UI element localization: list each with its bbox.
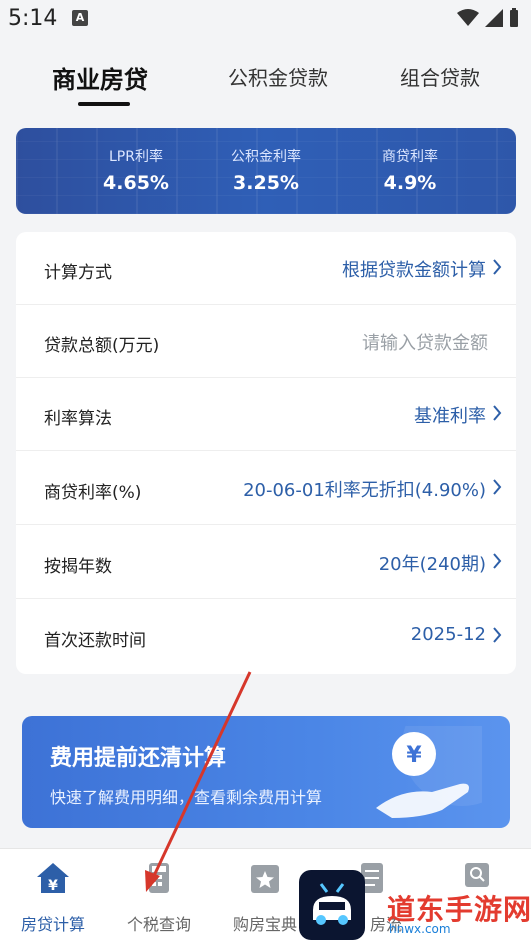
row-first-payment[interactable]: 首次还款时间 2025-12 [16,600,516,673]
row-calc-method[interactable]: 计算方式 根据贷款金额计算 [16,232,516,305]
book-star-icon [251,865,279,893]
first-payment-value: 2025-12 [410,624,486,645]
row-loan-years[interactable]: 按揭年数 20年(240期) [16,526,516,599]
row-label: 商贷利率(%) [44,483,142,503]
house-yen-icon: ¥ [37,863,69,894]
promo-subtitle: 快速了解费用明细，查看剩余费用计算 [50,788,323,807]
rate-lpr: LPR利率 4.65% [76,146,196,194]
signal-icon [485,9,503,27]
active-tab-indicator [78,102,130,106]
watermark: 道东手游网 hnwx.com [299,868,531,944]
status-time: 5:14 [8,6,58,31]
car-logo-icon [313,883,351,925]
commercial-rate-value: 20-06-01利率无折扣(4.90%) [243,480,486,501]
chevron-right-icon [493,553,502,569]
nav-label: 房贷计算 [20,915,85,934]
row-label: 利率算法 [44,409,112,429]
row-label: 按揭年数 [44,557,112,577]
loan-form: 计算方式 根据贷款金额计算 贷款总额(万元) 请输入贷款金额 利率算法 基准利率… [16,232,516,674]
svg-text:¥: ¥ [48,878,58,894]
rate-value: 3.25% [233,172,299,194]
tab-housing-fund-loan[interactable]: 公积金贷款 [228,62,328,91]
nav-mortgage-calc[interactable]: ¥ 房贷计算 [8,861,98,935]
row-loan-amount[interactable]: 贷款总额(万元) 请输入贷款金额 [16,305,516,378]
loan-years-value: 20年(240期) [378,554,486,575]
nav-home-guide[interactable]: 购房宝典 [220,861,310,935]
row-rate-method[interactable]: 利率算法 基准利率 [16,378,516,451]
notification-icon: A [72,10,88,26]
status-bar: 5:14 A [0,0,531,40]
loan-type-tabs: 商业房贷 公积金贷款 组合贷款 [0,52,531,112]
nav-label: 购房宝典 [232,915,297,934]
rate-housing-fund: 公积金利率 3.25% [206,146,326,194]
row-label: 计算方式 [44,263,112,283]
calc-method-value: 根据贷款金额计算 [342,260,486,281]
rate-label: LPR利率 [109,149,163,165]
rate-method-value: 基准利率 [414,406,486,427]
calculator-icon [149,863,169,893]
watermark-url: hnwx.com [389,922,451,936]
loan-amount-input[interactable]: 请输入贷款金额 [362,329,488,355]
chevron-right-icon [493,479,502,495]
promo-title: 费用提前还清计算 [50,746,227,771]
chevron-right-icon [493,405,502,421]
rates-banner: LPR利率 4.65% 公积金利率 3.25% 商贷利率 4.9% [16,128,516,214]
row-commercial-rate[interactable]: 商贷利率(%) 20-06-01利率无折扣(4.90%) [16,452,516,525]
battery-icon [510,8,518,27]
status-icons [457,8,519,28]
svg-text:¥: ¥ [406,743,422,768]
wifi-icon [457,9,479,26]
rate-value: 4.9% [383,172,437,194]
hand-coin-icon: ¥ [376,726,482,818]
chevron-right-icon [493,259,502,275]
prepayment-promo-banner[interactable]: 费用提前还清计算 快速了解费用明细，查看剩余费用计算 ¥ [22,716,510,828]
nav-tax-query[interactable]: 个税查询 [114,861,204,935]
rate-value: 4.65% [103,172,169,194]
rate-label: 商贷利率 [382,149,438,165]
nav-label: 个税查询 [126,915,191,934]
tab-commercial-loan[interactable]: 商业房贷 [52,60,148,95]
rate-commercial: 商贷利率 4.9% [350,146,470,194]
row-label: 贷款总额(万元) [44,336,160,356]
row-label: 首次还款时间 [44,631,146,651]
chevron-right-icon [493,627,502,643]
rate-label: 公积金利率 [231,149,301,165]
watermark-logo [299,870,365,940]
tab-combined-loan[interactable]: 组合贷款 [400,62,480,91]
